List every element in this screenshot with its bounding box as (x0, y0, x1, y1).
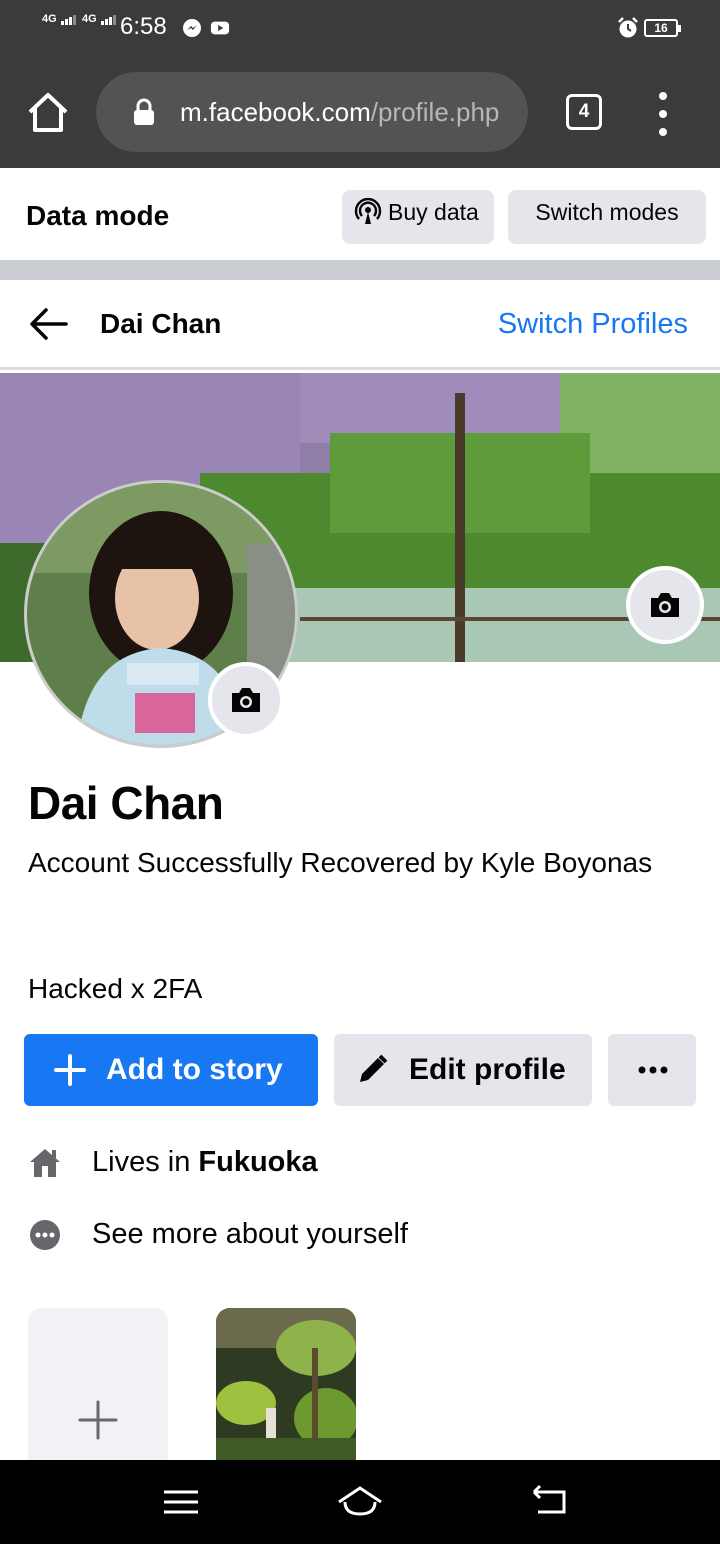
plus-icon (78, 1400, 118, 1440)
switch-modes-button[interactable]: Switch modes (508, 190, 706, 244)
switch-profiles-link[interactable]: Switch Profiles (498, 308, 688, 341)
more-circle-icon (30, 1220, 60, 1250)
status-bar: 4G 4G 6:58 16 (0, 0, 720, 56)
alarm-icon (618, 17, 638, 38)
more-options-button[interactable] (608, 1034, 696, 1106)
header-title: Dai Chan (100, 308, 222, 339)
battery-icon: 16 (644, 19, 681, 37)
home-icon (30, 1149, 60, 1177)
url-text: m.facebook.com/profile.php (180, 72, 510, 152)
lives-in-prefix: Lives in (92, 1146, 199, 1178)
android-nav-bar (0, 1460, 720, 1544)
pencil-icon (360, 1054, 388, 1082)
buy-data-button[interactable]: Buy data (342, 190, 494, 244)
more-dots-icon (638, 1066, 668, 1074)
lives-in-city: Fukuoka (198, 1146, 318, 1178)
browser-home-button[interactable] (24, 90, 72, 134)
url-domain: m.facebook.com (180, 97, 371, 127)
plus-icon (54, 1054, 86, 1086)
profile-bio-2: Hacked x 2FA (28, 973, 203, 1004)
signal-1: 4G (42, 14, 77, 25)
edit-profile-picture-button[interactable] (208, 662, 284, 738)
profile-name: Dai Chan (28, 777, 224, 829)
messenger-icon (183, 19, 201, 37)
broadcast-icon (354, 198, 382, 224)
browser-toolbar: m.facebook.com/profile.php 4 (0, 56, 720, 168)
lock-icon (134, 98, 154, 125)
add-to-story-label: Add to story (106, 1053, 283, 1086)
browser-menu-button[interactable] (648, 92, 678, 136)
back-arrow-icon[interactable] (28, 306, 68, 342)
data-mode-title: Data mode (26, 200, 170, 231)
lives-in-row: Lives in Fukuoka (0, 1138, 720, 1188)
tab-switcher-button[interactable]: 4 (566, 94, 602, 130)
edit-cover-photo-button[interactable] (626, 566, 704, 644)
lives-in-text: Lives in Fukuoka (92, 1144, 318, 1180)
recent-apps-icon[interactable] (156, 1480, 206, 1524)
camera-icon (651, 593, 679, 617)
network-type-1: 4G (42, 13, 57, 25)
profile-header: Dai Chan Switch Profiles (0, 280, 720, 370)
add-photo-tile[interactable] (28, 1308, 168, 1478)
signal-2: 4G (82, 14, 117, 25)
see-more-row[interactable]: See more about yourself (0, 1210, 720, 1260)
camera-icon (232, 688, 260, 712)
see-more-text: See more about yourself (92, 1218, 408, 1250)
add-to-story-button[interactable]: Add to story (24, 1034, 318, 1106)
status-time: 6:58 (120, 13, 167, 40)
edit-profile-button[interactable]: Edit profile (334, 1034, 592, 1106)
youtube-icon (210, 21, 230, 35)
buy-data-label: Buy data (388, 199, 479, 225)
address-bar[interactable]: m.facebook.com/profile.php (96, 72, 528, 152)
divider (0, 260, 720, 280)
url-path: /profile.php (370, 97, 500, 127)
featured-photo[interactable] (216, 1308, 356, 1478)
profile-bio: Account Successfully Recovered by Kyle B… (28, 847, 653, 878)
edit-profile-label: Edit profile (409, 1053, 566, 1086)
home-icon[interactable] (335, 1480, 385, 1524)
network-type-2: 4G (82, 13, 97, 25)
data-mode-banner: Data mode Buy data Switch modes (0, 168, 720, 260)
back-icon[interactable] (524, 1480, 574, 1524)
